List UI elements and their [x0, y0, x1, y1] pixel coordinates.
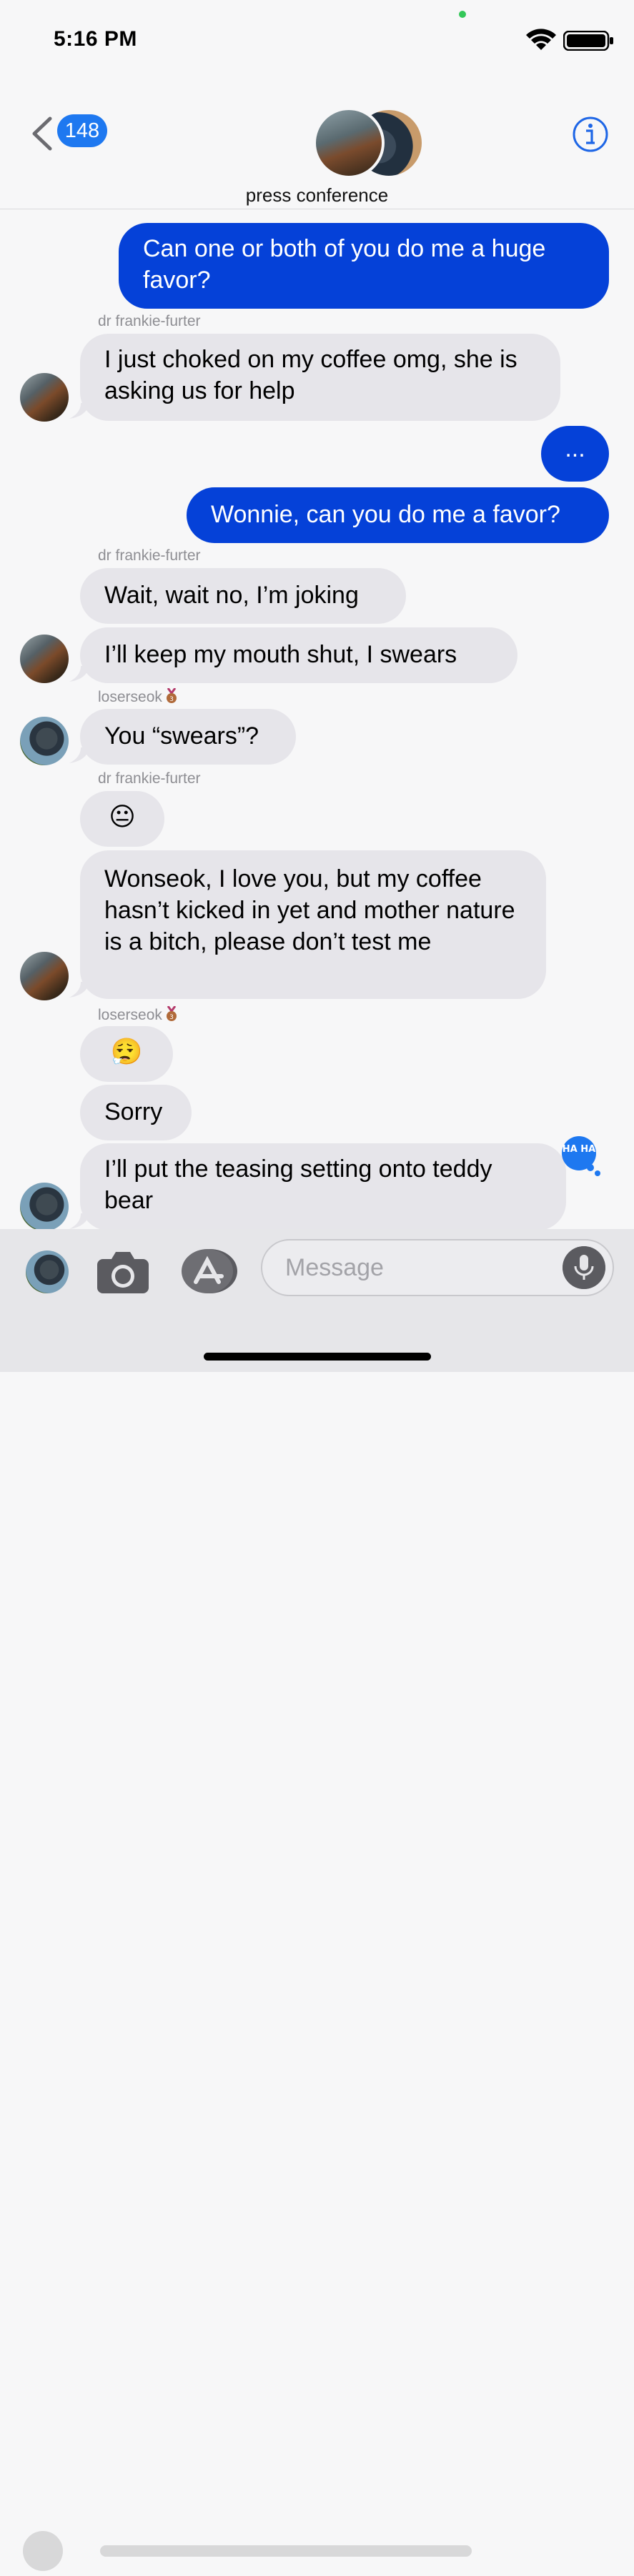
message-bubble-received[interactable]: Wait, wait no, I’m joking: [80, 568, 406, 624]
microphone-icon[interactable]: [563, 1246, 605, 1289]
message-bubble-received[interactable]: I’ll keep my mouth shut, I swears: [80, 627, 517, 683]
avatar-frankie[interactable]: [20, 952, 69, 1000]
avatar-loserseok[interactable]: [20, 1183, 69, 1231]
bubble-tail: [69, 403, 89, 419]
message-bubble-sent[interactable]: ...: [541, 426, 609, 482]
avatar-frankie[interactable]: [20, 635, 69, 683]
avatar-frankie: [313, 107, 385, 179]
bubble-tail: [69, 666, 89, 682]
avatar-frankie[interactable]: [20, 373, 69, 422]
conversation-header: 148 press conference: [0, 79, 634, 209]
haha-reaction-icon[interactable]: HA HA: [559, 1136, 602, 1176]
reaction-label: HA HA: [563, 1144, 595, 1155]
message-input-field[interactable]: [261, 1239, 614, 1296]
battery-icon: [563, 31, 613, 51]
status-bar: 5:16 PM: [0, 0, 634, 79]
sender-name: dr frankie-furter: [98, 547, 201, 564]
back-chevron-icon[interactable]: [29, 116, 57, 151]
svg-text:3: 3: [169, 696, 174, 703]
message-input[interactable]: [284, 1249, 558, 1286]
message-bubble-received[interactable]: Wonseok, I love you, but my coffee hasn’…: [80, 850, 546, 999]
privacy-indicator-dot: [459, 11, 466, 18]
group-name[interactable]: press conference: [0, 184, 634, 207]
memoji-avatar-button[interactable]: [26, 1250, 69, 1293]
wifi-icon: [526, 29, 556, 50]
bubble-tail: [69, 747, 89, 763]
sender-name: loserseok 3: [98, 1006, 178, 1024]
bubble-tail: [69, 982, 89, 998]
sender-name: dr frankie-furter: [98, 770, 201, 787]
home-indicator: [204, 1353, 431, 1361]
message-bubble-sent[interactable]: Wonnie, can you do me a favor?: [187, 487, 609, 543]
message-bubble-received[interactable]: I’ll put the teasing setting onto teddy …: [80, 1143, 566, 1230]
avatar-loserseok[interactable]: [20, 717, 69, 765]
message-bubble-received[interactable]: You “swears”?: [80, 709, 296, 765]
blurred-suggestions-row: [14, 2530, 622, 2572]
bubble-tail: [69, 1213, 89, 1229]
group-avatars[interactable]: [313, 107, 425, 179]
message-bubble-received[interactable]: 😐: [80, 791, 164, 847]
sender-name-text: loserseok: [98, 689, 162, 705]
sender-name: loserseok 3: [98, 688, 178, 706]
sender-name: dr frankie-furter: [98, 313, 201, 329]
info-icon[interactable]: [572, 116, 609, 153]
message-bubble-received[interactable]: 😮‍💨: [80, 1026, 173, 1082]
sender-name-text: loserseok: [98, 1007, 162, 1023]
unread-count-badge[interactable]: 148: [57, 114, 107, 147]
message-bubble-received[interactable]: I just choked on my coffee omg, she is a…: [80, 334, 560, 421]
app-store-icon[interactable]: [180, 1248, 239, 1295]
svg-text:3: 3: [169, 1014, 174, 1021]
message-bubble-sent[interactable]: Can one or both of you do me a huge favo…: [119, 223, 609, 309]
camera-icon[interactable]: [96, 1250, 150, 1295]
bronze-medal-icon: 3: [166, 1006, 177, 1021]
message-bubble-received[interactable]: Sorry: [80, 1085, 192, 1140]
status-time: 5:16 PM: [54, 27, 137, 51]
bronze-medal-icon: 3: [166, 688, 177, 703]
input-bar: [0, 1229, 634, 2571]
